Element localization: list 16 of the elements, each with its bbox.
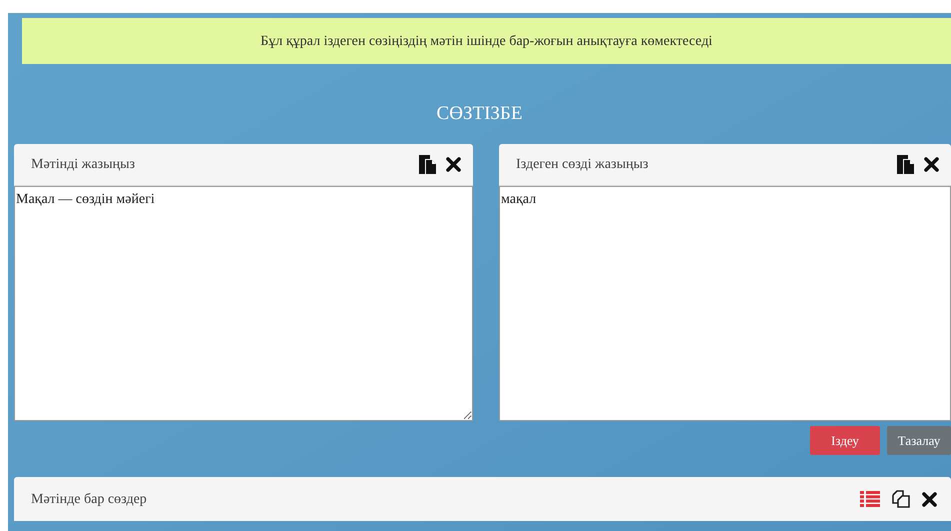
panel-label: Іздеген сөзді жазыңыз xyxy=(516,156,648,174)
panel-label: Мәтінді жазыңыз xyxy=(31,156,135,174)
close-icon[interactable] xyxy=(924,157,939,172)
panel-label: Мәтінде бар сөздер xyxy=(31,490,147,508)
paste-icon[interactable] xyxy=(897,155,914,174)
info-banner: Бұл құрал іздеген сөзіңіздің мәтін ішінде бар-жоғын анықтауға көмектеседі xyxy=(22,18,951,64)
close-icon[interactable] xyxy=(922,492,937,506)
text-input[interactable]: мақал xyxy=(499,186,951,421)
page-title: СӨЗТІЗБЕ xyxy=(436,102,524,126)
copy-icon[interactable] xyxy=(892,490,910,508)
text-input[interactable]: Мақал — сөздін мәйегі xyxy=(14,186,473,421)
paste-icon[interactable] xyxy=(419,155,436,174)
search-button[interactable]: Іздеу xyxy=(810,426,880,455)
list-icon[interactable] xyxy=(860,491,880,507)
clear-button[interactable]: Тазалау xyxy=(887,426,951,455)
close-icon[interactable] xyxy=(446,157,461,172)
